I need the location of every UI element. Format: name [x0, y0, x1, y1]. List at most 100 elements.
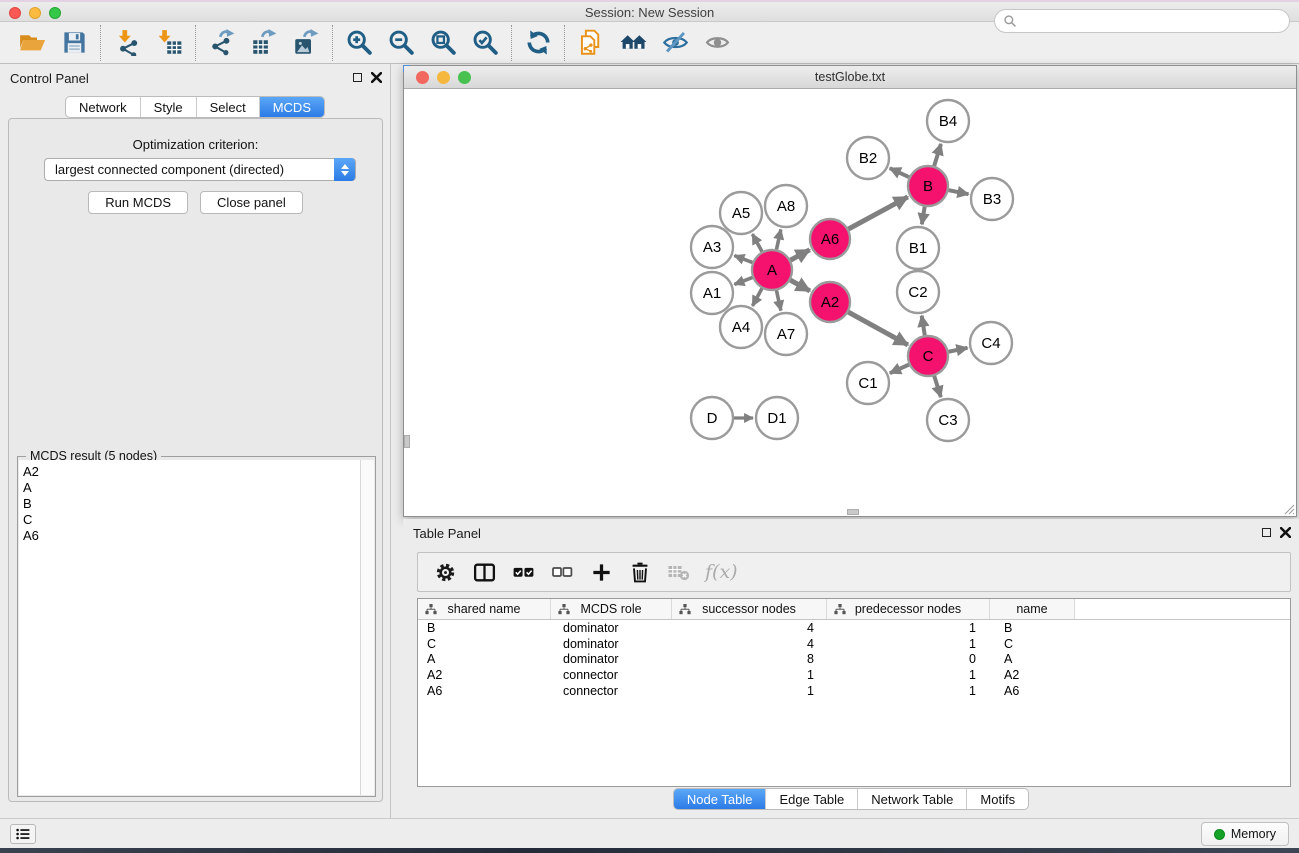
export-table-icon: [251, 29, 278, 56]
show-graphics-details-button[interactable]: [696, 26, 738, 60]
table-row[interactable]: Adominator80A: [418, 652, 1290, 668]
run-mcds-button[interactable]: Run MCDS: [88, 191, 188, 214]
mcds-result-item[interactable]: A2: [19, 464, 362, 480]
columns-icon: [472, 560, 497, 585]
node-label-A8: A8: [777, 198, 795, 215]
table-cell: A6: [990, 684, 1075, 698]
network-window-title: testGlobe.txt: [404, 70, 1296, 84]
export-table-button[interactable]: [243, 26, 285, 60]
select-all-columns-button[interactable]: [508, 557, 538, 587]
network-canvas[interactable]: AA1A2A3A4A5A6A7A8BB1B2B3B4CC1C2C3C4DD1: [404, 89, 1296, 516]
unchecked-boxes-icon: [550, 560, 574, 584]
node-label-B1: B1: [909, 240, 927, 257]
close-table-panel-icon[interactable]: [1280, 527, 1291, 538]
node-label-D1: D1: [767, 410, 786, 427]
table-cell: B: [418, 621, 551, 635]
task-history-button[interactable]: [10, 824, 36, 844]
node-label-A7: A7: [777, 326, 795, 343]
node-label-C1: C1: [858, 375, 877, 392]
mcds-result-item[interactable]: B: [19, 496, 362, 512]
optimization-criterion-label: Optimization criterion:: [9, 137, 382, 152]
table-panel-tabs: Node TableEdge TableNetwork TableMotifs: [673, 788, 1029, 810]
refresh-layout-button[interactable]: [517, 26, 559, 60]
network-window-titlebar[interactable]: testGlobe.txt: [404, 66, 1296, 89]
save-session-button[interactable]: [53, 26, 95, 60]
unselect-all-columns-button[interactable]: [547, 557, 577, 587]
zoom-in-button[interactable]: [338, 26, 380, 60]
tab-node-table[interactable]: Node Table: [674, 789, 766, 809]
table-row[interactable]: A2connector11A2: [418, 667, 1290, 683]
table-row[interactable]: Cdominator41C: [418, 636, 1290, 652]
plus-icon: [590, 561, 613, 584]
horizontal-scrollbar-thumb[interactable]: [847, 509, 859, 515]
table-row[interactable]: A6connector11A6: [418, 683, 1290, 699]
delete-columns-button[interactable]: [625, 557, 655, 587]
zoom-fit-button[interactable]: [422, 26, 464, 60]
table-cell: B: [990, 621, 1075, 635]
function-builder-button[interactable]: f(x): [705, 561, 738, 583]
import-network-button[interactable]: [106, 26, 148, 60]
float-panel-icon[interactable]: [353, 73, 362, 82]
column-header-label: successor nodes: [702, 602, 796, 616]
node-label-D: D: [707, 410, 718, 427]
zoom-out-button[interactable]: [380, 26, 422, 60]
tab-network[interactable]: Network: [66, 97, 140, 117]
home-pages-button[interactable]: [612, 26, 654, 60]
tab-select[interactable]: Select: [196, 97, 259, 117]
mcds-result-item[interactable]: C: [19, 512, 362, 528]
tab-edge-table[interactable]: Edge Table: [765, 789, 857, 809]
show-columns-button[interactable]: [469, 557, 499, 587]
checked-boxes-icon: [511, 560, 536, 585]
float-table-panel-icon[interactable]: [1262, 528, 1271, 537]
close-panel-button[interactable]: Close panel: [200, 191, 303, 214]
hide-graphics-details-button[interactable]: [654, 26, 696, 60]
vertical-scrollbar-thumb[interactable]: [404, 435, 410, 448]
close-panel-icon[interactable]: [371, 72, 382, 83]
table-cell: 1: [827, 637, 990, 651]
add-column-button[interactable]: [586, 557, 616, 587]
memory-status-icon: [1214, 829, 1225, 840]
memory-button[interactable]: Memory: [1201, 822, 1289, 846]
tab-style[interactable]: Style: [140, 97, 196, 117]
table-cell: A2: [418, 668, 551, 682]
new-network-from-file-button[interactable]: [570, 26, 612, 60]
mcds-result-list: A2ABCA6: [19, 460, 362, 795]
column-header-successor-nodes[interactable]: successor nodes: [672, 599, 827, 619]
tab-mcds[interactable]: MCDS: [259, 97, 324, 117]
resize-grip-icon[interactable]: [1282, 502, 1295, 515]
table-panel: Table Panel f(x) shared nameMCDS rolesuc…: [403, 519, 1299, 818]
table-cell: 0: [827, 652, 990, 666]
export-network-button[interactable]: [201, 26, 243, 60]
mcds-result-item[interactable]: A6: [19, 528, 362, 544]
import-table-button[interactable]: [148, 26, 190, 60]
tab-motifs[interactable]: Motifs: [966, 789, 1028, 809]
node-label-A1: A1: [703, 285, 721, 302]
tab-network-table[interactable]: Network Table: [857, 789, 966, 809]
column-header-predecessor-nodes[interactable]: predecessor nodes: [827, 599, 990, 619]
zoom-fit-magnifier-icon: [430, 29, 457, 56]
node-label-B4: B4: [939, 113, 957, 130]
column-header-label: MCDS role: [580, 602, 641, 616]
node-label-C4: C4: [981, 335, 1000, 352]
criterion-select[interactable]: largest connected component (directed): [44, 158, 356, 181]
table-cell: 1: [827, 684, 990, 698]
zoom-out-magnifier-icon: [388, 29, 415, 56]
table-cell: C: [418, 637, 551, 651]
column-header-name[interactable]: name: [990, 599, 1075, 619]
desktop-wallpaper-strip: [0, 848, 1299, 853]
zoom-selected-button[interactable]: [464, 26, 506, 60]
search-input[interactable]: [994, 9, 1290, 33]
column-header-filler: [1075, 599, 1290, 619]
table-row[interactable]: Bdominator41B: [418, 620, 1290, 636]
node-label-A2: A2: [821, 294, 839, 311]
open-session-button[interactable]: [11, 26, 53, 60]
export-image-button[interactable]: [285, 26, 327, 60]
mcds-list-scrollbar[interactable]: [360, 460, 374, 795]
column-header-mcds-role[interactable]: MCDS role: [551, 599, 672, 619]
column-header-shared-name[interactable]: shared name: [418, 599, 551, 619]
control-panel-tabs: NetworkStyleSelectMCDS: [65, 96, 325, 118]
mcds-result-item[interactable]: A: [19, 480, 362, 496]
table-settings-button[interactable]: [430, 557, 460, 587]
table-cell: A: [990, 652, 1075, 666]
attribute-tree-icon: [558, 604, 570, 615]
